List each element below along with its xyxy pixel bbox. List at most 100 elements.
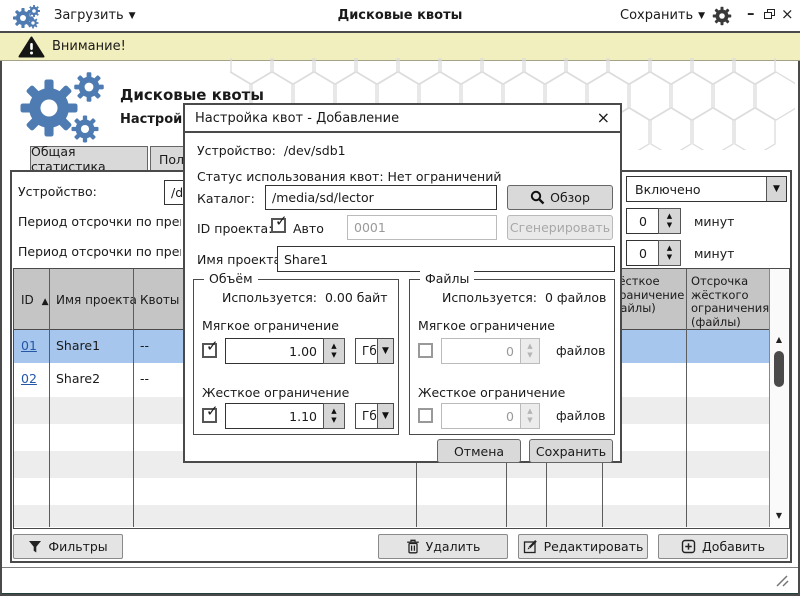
restore-button[interactable] <box>764 9 777 21</box>
files-soft-stepper[interactable]: ▲ ▼ <box>520 338 540 364</box>
dialog-title-bar: Настройка квот - Добавление × <box>185 105 620 133</box>
files-soft-label: Мягкое ограничение <box>418 318 555 333</box>
files-hard-checkbox[interactable] <box>418 408 433 423</box>
sort-asc-icon: ▲ <box>42 297 49 307</box>
project-id-link[interactable]: 01 <box>21 338 37 353</box>
grace-hard-minutes-input[interactable]: 0 <box>626 240 660 266</box>
trash-icon <box>406 539 420 554</box>
spin-down-icon: ▼ <box>331 416 336 425</box>
plus-icon <box>681 539 696 554</box>
page-title: Дисковые квоты <box>120 86 264 104</box>
volume-hard-stepper[interactable]: ▲ ▼ <box>323 403 345 429</box>
warning-text: Внимание! <box>52 39 126 54</box>
catalog-label: Каталог: <box>197 191 255 206</box>
app-window: Загрузить▼ Дисковые квоты Сохранить▼ – ×… <box>0 0 800 596</box>
volume-hard-input[interactable]: 1.10 <box>225 403 324 429</box>
scroll-up-icon[interactable]: ▲ <box>770 335 788 344</box>
edit-icon <box>523 539 538 554</box>
minutes-suffix: минут <box>694 246 734 261</box>
scrollbar-thumb[interactable] <box>774 351 784 387</box>
dialog-status-label: Статус использования квот: <box>197 169 384 184</box>
dialog-device-line: Устройство: /dev/sdb1 <box>197 143 346 158</box>
volume-hard-unit-select[interactable]: Гб ▼ <box>355 403 394 429</box>
catalog-value: /media/sd/lector <box>272 190 374 205</box>
volume-hard-value: 1.10 <box>289 409 317 424</box>
search-icon <box>530 190 545 205</box>
spin-down-icon: ▼ <box>331 351 336 360</box>
generate-button[interactable]: Сгенерировать <box>507 215 613 240</box>
spin-up-icon: ▲ <box>667 244 672 253</box>
dialog-title: Настройка квот - Добавление <box>195 111 399 126</box>
chevron-down-icon[interactable]: ▼ <box>766 177 786 201</box>
volume-hard-checkbox[interactable]: ✓ <box>202 408 217 423</box>
volume-soft-input[interactable]: 1.00 <box>225 338 324 364</box>
grace-soft-minutes-value: 0 <box>639 214 647 229</box>
grace-soft-minutes-stepper[interactable]: ▲ ▼ <box>658 208 681 234</box>
grace-soft-label: Период отсрочки по превыше <box>18 214 181 229</box>
files-soft-checkbox[interactable] <box>418 343 433 358</box>
files-hard-value: 0 <box>506 409 514 424</box>
scroll-down-icon[interactable]: ▼ <box>770 511 788 520</box>
vertical-scrollbar[interactable]: ▲ ▼ <box>769 269 788 527</box>
minutes-suffix: минут <box>694 214 734 229</box>
minimize-button[interactable]: – <box>747 6 755 20</box>
dialog-close-icon[interactable]: × <box>597 108 610 127</box>
project-id-input[interactable]: 0001 <box>347 215 497 240</box>
resize-grip-icon[interactable] <box>774 573 790 587</box>
cancel-button[interactable]: Отмена <box>437 439 521 463</box>
quota-settings-dialog: Настройка квот - Добавление × Устройство… <box>183 103 622 463</box>
volume-group: Объём Используется: 0.00 байт Мягкое огр… <box>193 279 399 435</box>
project-quotas-cell: -- <box>140 338 149 353</box>
delete-button[interactable]: Удалить <box>378 534 508 559</box>
grace-soft-minutes-input[interactable]: 0 <box>626 208 660 234</box>
files-soft-input[interactable]: 0 <box>441 338 521 364</box>
project-id-link[interactable]: 02 <box>21 371 37 386</box>
volume-soft-value: 1.00 <box>289 344 317 359</box>
catalog-input[interactable]: /media/sd/lector <box>265 185 497 210</box>
grace-hard-minutes-stepper[interactable]: ▲ ▼ <box>658 240 681 266</box>
quota-state-value: Включено <box>627 177 766 201</box>
close-button[interactable]: × <box>781 7 794 21</box>
files-group: Файлы Используется: 0 файлов Мягкое огра… <box>409 279 615 435</box>
tab-general-statistics[interactable]: Общая статистика <box>30 146 148 171</box>
browse-button[interactable]: Обзор <box>507 185 613 210</box>
quota-state-select[interactable]: Включено ▼ <box>626 176 787 202</box>
dialog-status-line: Статус использования квот: Нет ограничен… <box>197 169 501 184</box>
volume-soft-unit-select[interactable]: Гб ▼ <box>355 338 394 364</box>
project-name-label: Имя проекта: <box>197 252 285 267</box>
files-used-line: Используется: 0 файлов <box>442 290 606 305</box>
save-label: Сохранить <box>536 444 606 459</box>
filters-label: Фильтры <box>48 539 107 554</box>
chevron-down-icon[interactable]: ▼ <box>377 404 393 428</box>
volume-used-line: Используется: 0.00 байт <box>222 290 388 305</box>
col-header-quotas[interactable]: Квоты <box>140 293 179 307</box>
project-name-value: Share1 <box>284 252 328 267</box>
spin-up-icon: ▲ <box>331 407 336 416</box>
auto-checkbox[interactable]: ✓ <box>271 218 286 233</box>
used-value: 0.00 байт <box>325 290 388 305</box>
files-hard-stepper[interactable]: ▲ ▼ <box>520 403 540 429</box>
col-header-grace-hard-files[interactable]: Отсрочка жёсткого ограничения (файлы) <box>691 275 765 329</box>
col-header-id[interactable]: ID ▲ <box>21 293 49 307</box>
project-id-value: 0001 <box>354 220 386 235</box>
chevron-down-icon[interactable]: ▼ <box>377 339 393 363</box>
add-button[interactable]: Добавить <box>658 534 788 559</box>
save-menu[interactable]: Сохранить▼ <box>620 8 705 23</box>
edit-button[interactable]: Редактировать <box>518 534 648 559</box>
project-name-cell: Share2 <box>56 371 100 386</box>
volume-soft-unit: Гб <box>356 339 377 363</box>
dialog-device-value: /dev/sdb1 <box>284 143 346 158</box>
volume-soft-stepper[interactable]: ▲ ▼ <box>323 338 345 364</box>
settings-gear-icon[interactable] <box>712 6 732 26</box>
status-bar <box>2 567 798 593</box>
save-button[interactable]: Сохранить <box>529 439 613 463</box>
files-hard-input[interactable]: 0 <box>441 403 521 429</box>
spin-up-icon: ▲ <box>527 342 532 351</box>
volume-soft-checkbox[interactable]: ✓ <box>202 343 217 358</box>
project-name-input[interactable]: Share1 <box>277 246 615 272</box>
filters-button[interactable]: Фильтры <box>13 534 123 559</box>
col-header-name[interactable]: Имя проекта <box>56 293 137 307</box>
device-value: /d <box>171 185 183 200</box>
files-hard-label: Жесткое ограничение <box>418 385 565 400</box>
spin-down-icon: ▼ <box>527 416 532 425</box>
